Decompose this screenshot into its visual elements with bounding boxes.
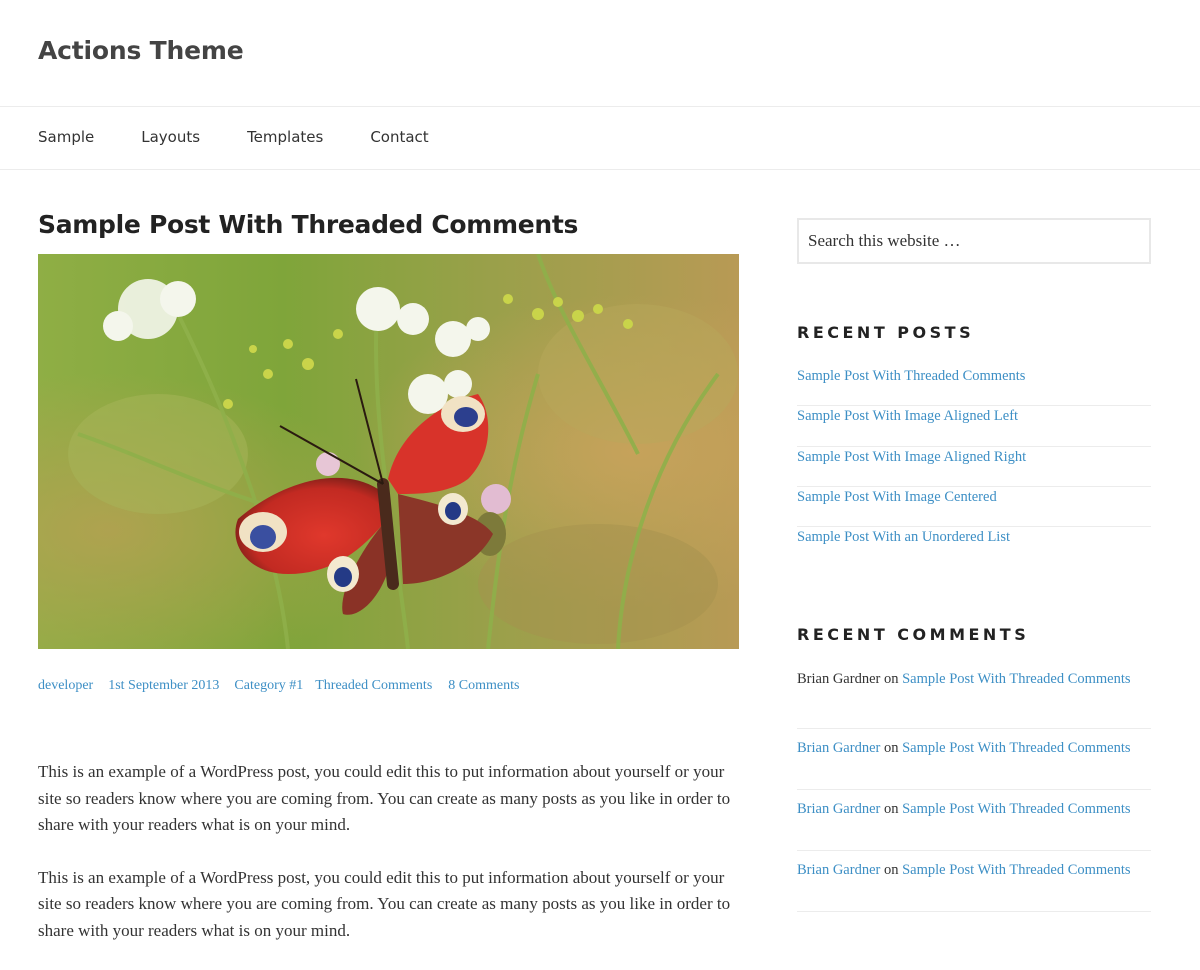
recent-post-link[interactable]: Sample Post With Threaded Comments (797, 368, 1025, 384)
recent-comments-title: RECENT COMMENTS (797, 625, 1030, 645)
list-item: Sample Post With Image Aligned Left (797, 406, 1151, 447)
list-item: Brian Gardner on Sample Post With Thread… (797, 790, 1151, 852)
search-input[interactable] (797, 218, 1151, 264)
post-category-link[interactable]: Category #1 (234, 678, 303, 694)
comment-author-link[interactable]: Brian Gardner (797, 801, 880, 817)
nav-item-contact: Contact (370, 128, 428, 147)
comment-on: on (883, 801, 899, 818)
comment-author: Brian Gardner (797, 671, 881, 688)
comment-post-link[interactable]: Sample Post With Threaded Comments (902, 801, 1130, 817)
main-content: Sample Post With Threaded Comments devel… (38, 208, 739, 970)
recent-post-link[interactable]: Sample Post With Image Centered (797, 489, 997, 505)
list-item: Brian Gardner on Sample Post With Thread… (797, 851, 1151, 913)
post-tag-link[interactable]: Threaded Comments (315, 678, 432, 694)
list-item: Brian Gardner on Sample Post With Thread… (797, 668, 1151, 730)
site-title[interactable]: Actions Theme (38, 36, 244, 65)
site-header: Actions Theme (0, 0, 1200, 107)
post-author-link[interactable]: developer (38, 678, 93, 694)
post-paragraph: This is an example of a WordPress post, … (38, 762, 731, 834)
recent-post-link[interactable]: Sample Post With Image Aligned Left (797, 408, 1018, 424)
list-item: Sample Post With Image Aligned Right (797, 447, 1151, 487)
post-body: This is an example of a WordPress post, … (38, 759, 739, 944)
sidebar: RECENT POSTS Sample Post With Threaded C… (797, 218, 1151, 913)
nav-link-templates[interactable]: Templates (247, 128, 323, 146)
list-item: Sample Post With Image Centered (797, 487, 1151, 528)
comment-post-link[interactable]: Sample Post With Threaded Comments (902, 740, 1130, 756)
nav-item-templates: Templates (247, 128, 323, 147)
recent-posts-list: Sample Post With Threaded Comments Sampl… (797, 366, 1151, 567)
featured-image (38, 254, 739, 649)
recent-post-link[interactable]: Sample Post With Image Aligned Right (797, 449, 1026, 465)
nav-item-sample: Sample (38, 128, 94, 147)
list-item: Sample Post With Threaded Comments (797, 366, 1151, 407)
post-date-link[interactable]: 1st September 2013 (108, 678, 219, 694)
butterfly-image (38, 254, 739, 649)
nav-link-contact[interactable]: Contact (370, 128, 428, 146)
comment-post-link[interactable]: Sample Post With Threaded Comments (902, 862, 1130, 878)
nav-link-layouts[interactable]: Layouts (141, 128, 200, 146)
comment-on: on (883, 671, 899, 688)
nav-menu: Sample Layouts Templates Contact (38, 128, 476, 147)
nav-link-sample[interactable]: Sample (38, 128, 94, 146)
comment-post-link[interactable]: Sample Post With Threaded Comments (902, 671, 1130, 687)
post-comments-link[interactable]: 8 Comments (448, 678, 519, 694)
recent-post-link[interactable]: Sample Post With an Unordered List (797, 529, 1010, 545)
comment-author-link[interactable]: Brian Gardner (797, 740, 880, 756)
comment-author-link[interactable]: Brian Gardner (797, 862, 880, 878)
post-title: Sample Post With Threaded Comments (38, 210, 579, 239)
comment-on: on (883, 862, 899, 879)
primary-nav: Sample Layouts Templates Contact (0, 107, 1200, 170)
post-article: Sample Post With Threaded Comments devel… (38, 208, 739, 944)
post-paragraph: This is an example of a WordPress post, … (38, 867, 731, 940)
comment-on: on (883, 740, 899, 757)
list-item: Sample Post With an Unordered List (797, 527, 1151, 567)
list-item: Brian Gardner on Sample Post With Thread… (797, 729, 1151, 791)
post-meta: developer 1st September 2013 Category #1… (38, 678, 739, 694)
recent-posts-title: RECENT POSTS (797, 323, 975, 342)
recent-comments-list: Brian Gardner on Sample Post With Thread… (797, 668, 1151, 913)
nav-item-layouts: Layouts (141, 128, 200, 147)
